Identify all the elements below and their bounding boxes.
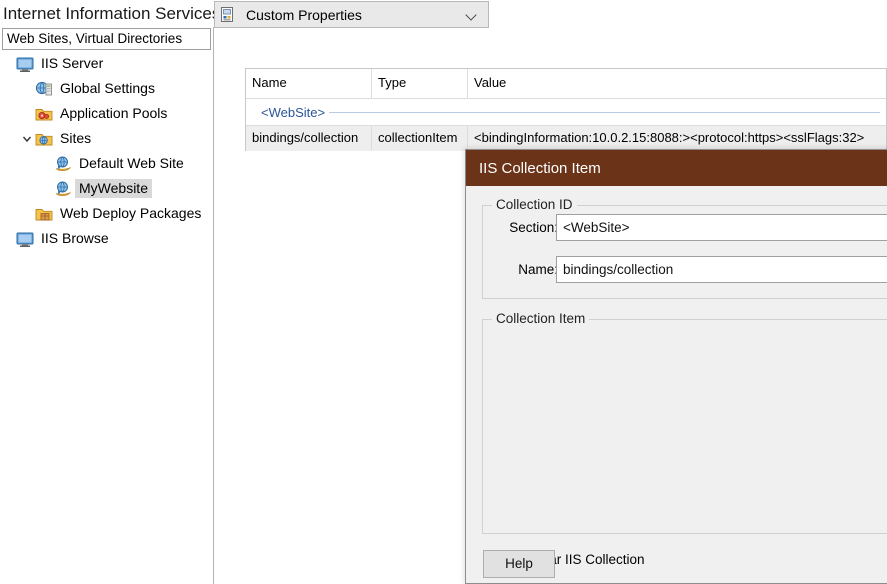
- grid-col-type: Type: [372, 69, 468, 98]
- folder-pools-icon: [35, 105, 53, 123]
- properties-grid[interactable]: Name Type Value <WebSite> bindings/colle…: [245, 68, 887, 151]
- grid-col-value: Value: [474, 75, 507, 90]
- globe-server-icon: [35, 80, 53, 98]
- sidebar-item-label: IIS Browse: [41, 230, 109, 246]
- folder-globe-icon: [35, 130, 53, 148]
- app-title: Internet Information Services: [0, 0, 214, 27]
- dialog-titlebar[interactable]: IIS Collection Item ✕: [466, 150, 887, 186]
- sidebar-item-label: Global Settings: [60, 80, 155, 96]
- grid-col-name: Name: [246, 69, 372, 98]
- grid-group-header[interactable]: <WebSite>: [246, 99, 886, 125]
- grid-group-divider: [256, 112, 880, 113]
- dialog-title: IIS Collection Item: [479, 159, 601, 177]
- sidebar-item-label: Web Deploy Packages: [60, 205, 202, 221]
- collection-item-group-title: Collection Item: [492, 311, 590, 326]
- website-icon: [54, 180, 72, 198]
- sidebar-item-application-pools[interactable]: Application Pools: [0, 101, 213, 126]
- custom-properties-value: Custom Properties: [246, 6, 362, 23]
- properties-icon: [219, 6, 237, 24]
- grid-cell-name: bindings/collection: [246, 126, 372, 150]
- name-label: Name:: [518, 262, 558, 277]
- help-button[interactable]: Help: [483, 550, 555, 578]
- right-panel: Custom Properties Name Type Value <WebSi…: [214, 0, 887, 584]
- iis-collection-item-dialog: IIS Collection Item ✕ Collection ID Sect…: [465, 149, 887, 584]
- collection-item-group: Collection Item: [482, 311, 887, 534]
- chevron-down-icon[interactable]: [19, 126, 35, 151]
- chevron-down-icon[interactable]: [464, 7, 480, 23]
- properties-grid-header: Name Type Value: [246, 69, 886, 99]
- collection-id-group-title: Collection ID: [492, 197, 577, 212]
- application-window: Internet Information Services Web Sites,…: [0, 0, 887, 584]
- sidebar-item-label: MyWebsite: [75, 179, 152, 198]
- tree-header-label: Web Sites, Virtual Directories: [2, 28, 211, 50]
- folder-package-icon: [35, 205, 53, 223]
- sidebar-item-label: Application Pools: [60, 105, 168, 121]
- table-row[interactable]: bindings/collection collectionItem <bind…: [246, 125, 886, 151]
- sidebar-item-sites[interactable]: Sites: [0, 126, 213, 151]
- sidebar-item-mywebsite[interactable]: MyWebsite: [0, 176, 213, 201]
- name-input[interactable]: [556, 256, 887, 283]
- left-panel: Internet Information Services Web Sites,…: [0, 0, 214, 584]
- grid-cell-type: collectionItem: [372, 126, 468, 150]
- sidebar-tree[interactable]: IIS Server Global Settings Application Poo…: [0, 51, 213, 584]
- custom-properties-dropdown[interactable]: Custom Properties: [214, 1, 489, 28]
- sidebar-item-label: IIS Server: [41, 55, 104, 71]
- grid-cell-value: <bindingInformation:10.0.2.15:8088:><pro…: [474, 130, 865, 145]
- section-input[interactable]: [556, 214, 887, 241]
- monitor-icon: [16, 55, 34, 73]
- sidebar-item-iis-server[interactable]: IIS Server: [0, 51, 213, 76]
- website-icon: [54, 155, 72, 173]
- sidebar-item-iis-browse[interactable]: IIS Browse: [0, 226, 213, 251]
- dialog-body: Collection ID Section: ... Name: ... Col…: [466, 186, 887, 583]
- section-label: Section:: [509, 220, 558, 235]
- sidebar-item-global-settings[interactable]: Global Settings: [0, 76, 213, 101]
- grid-group-label: <WebSite>: [246, 104, 330, 120]
- sidebar-item-label: Sites: [60, 130, 92, 146]
- sidebar-item-web-deploy-packages[interactable]: Web Deploy Packages: [0, 201, 213, 226]
- sidebar-item-label: Default Web Site: [79, 155, 184, 171]
- monitor-icon: [16, 230, 34, 248]
- sidebar-item-default-web-site[interactable]: Default Web Site: [0, 151, 213, 176]
